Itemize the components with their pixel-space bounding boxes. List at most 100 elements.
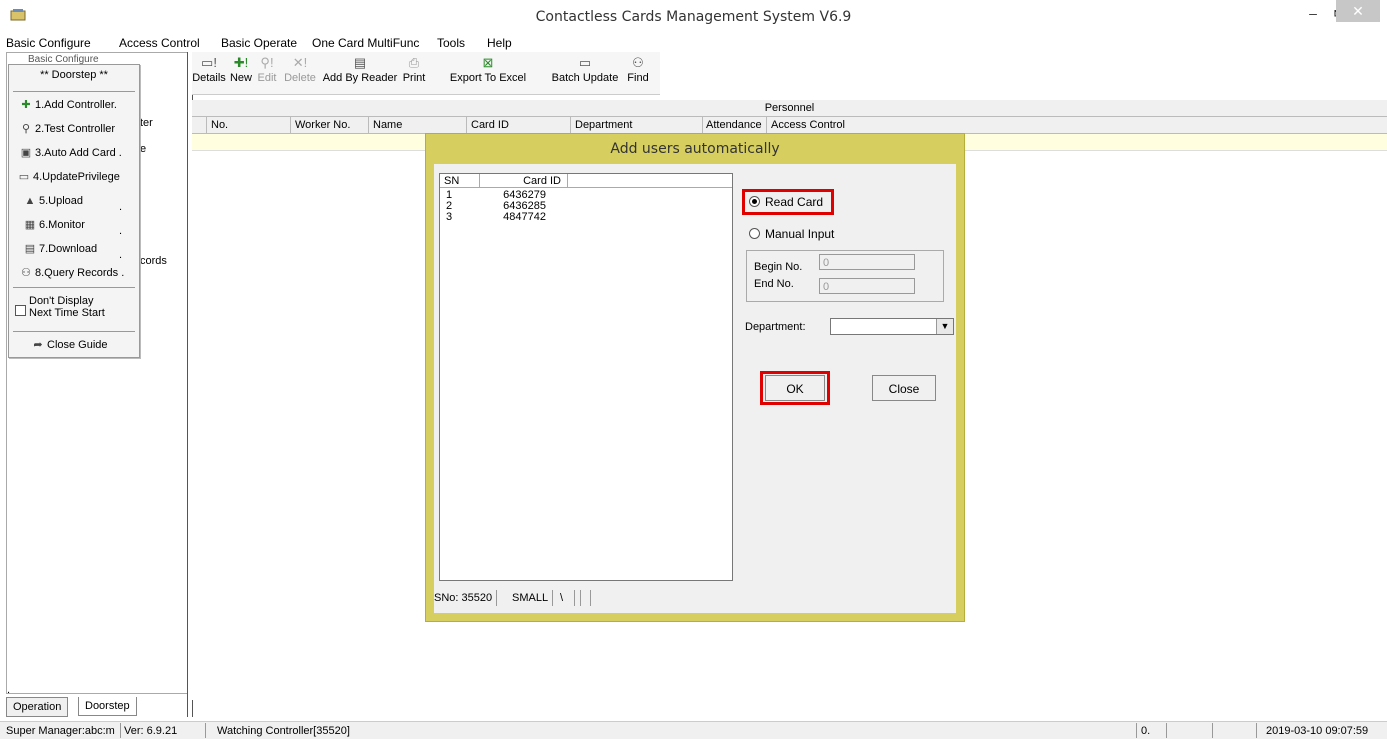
grid-caption: Personnel bbox=[192, 100, 1387, 117]
close-guide-button[interactable]: ➦ Close Guide bbox=[29, 335, 107, 355]
chevron-down-icon[interactable]: ▼ bbox=[936, 319, 953, 334]
add-controller-button[interactable]: ✚ 1.Add Controller. bbox=[17, 95, 117, 115]
menu-access-control[interactable]: Access Control bbox=[119, 36, 200, 50]
column-header[interactable]: Department bbox=[570, 117, 702, 133]
column-header[interactable]: No. bbox=[206, 117, 290, 133]
delete-button[interactable]: ✕! Delete bbox=[280, 52, 320, 84]
wrench-icon: ⚲ bbox=[21, 123, 31, 135]
column-header[interactable]: Worker No. bbox=[290, 117, 368, 133]
edit-icon: ⚲! bbox=[260, 55, 274, 70]
auto-add-card-button[interactable]: ▣ 3.Auto Add Card . bbox=[17, 143, 122, 163]
column-header[interactable]: Card ID bbox=[466, 117, 570, 133]
arrow-forward-icon: ➦ bbox=[33, 339, 43, 351]
new-button[interactable]: ✚! New bbox=[228, 52, 254, 84]
begin-no-field[interactable]: 0 bbox=[819, 254, 915, 270]
download-button[interactable]: ▤ 7.Download bbox=[21, 239, 97, 259]
add-icon: ✚! bbox=[233, 55, 249, 70]
toolbar: ▭! Details ✚! New ⚲! Edit ✕! Delete ▤ Add By … bbox=[192, 52, 660, 95]
print-icon: ⎙ bbox=[408, 55, 420, 70]
trail-mark: . bbox=[119, 201, 123, 213]
column-header[interactable]: Name bbox=[368, 117, 466, 133]
details-icon: ▭! bbox=[201, 55, 217, 70]
list-item[interactable]: 3 4847742 bbox=[446, 212, 546, 223]
status-user: Super Manager:abc:m bbox=[6, 725, 115, 737]
trail-mark: . bbox=[119, 225, 123, 237]
upload-button[interactable]: ▲ 5.Upload bbox=[21, 191, 84, 211]
list-header-sn[interactable]: SN bbox=[440, 174, 480, 188]
dialog-title: Add users automatically bbox=[610, 141, 780, 157]
tree-fragment: . bbox=[7, 684, 11, 696]
details-button[interactable]: ▭! Details bbox=[192, 52, 226, 84]
divider bbox=[1212, 723, 1213, 738]
list-header-card-id[interactable]: Card ID bbox=[480, 174, 568, 188]
status-sno: SNo: 35520 bbox=[430, 590, 498, 606]
trail-mark: . bbox=[119, 249, 123, 261]
update-privilege-button[interactable]: ▭ 4.UpdatePrivilege bbox=[15, 167, 120, 187]
doorstep-guide-panel: ** Doorstep ** ✚ 1.Add Controller. ⚲ 2.Tes… bbox=[8, 64, 140, 358]
divider bbox=[1256, 723, 1257, 738]
department-label: Department: bbox=[745, 321, 806, 333]
range-group: Begin No. 0 End No. 0 bbox=[746, 250, 944, 302]
status-spinner: \ bbox=[556, 590, 575, 606]
dont-display-checkbox[interactable] bbox=[15, 305, 26, 316]
tab-doorstep[interactable]: Doorstep bbox=[78, 697, 137, 716]
export-to-excel-button[interactable]: ⊠ Export To Excel bbox=[430, 52, 546, 84]
department-select[interactable]: ▼ bbox=[830, 318, 954, 335]
test-controller-button[interactable]: ⚲ 2.Test Controller bbox=[17, 119, 115, 139]
begin-no-label: Begin No. bbox=[754, 261, 803, 273]
guide-title: ** Doorstep ** bbox=[40, 69, 108, 81]
menu-help[interactable]: Help bbox=[487, 36, 512, 50]
column-header[interactable]: Access Control bbox=[766, 117, 886, 133]
card-icon: ▣ bbox=[20, 147, 32, 159]
tree-fragment: cords bbox=[140, 255, 167, 267]
download-icon: ▤ bbox=[24, 243, 36, 255]
divider bbox=[13, 331, 135, 332]
status-empty bbox=[588, 590, 591, 606]
list-header-spacer bbox=[568, 174, 732, 188]
menu-one-card-multifunc[interactable]: One Card MultiFunc bbox=[312, 36, 419, 50]
tree-fragment: ter bbox=[140, 117, 153, 129]
status-datetime: 2019-03-10 09:07:59 bbox=[1266, 725, 1369, 737]
add-icon: ✚ bbox=[21, 99, 31, 111]
print-button[interactable]: ⎙ Print bbox=[400, 52, 428, 84]
privilege-icon: ▭ bbox=[18, 171, 30, 183]
radio-icon bbox=[749, 228, 760, 239]
read-card-radio[interactable]: Read Card bbox=[749, 194, 823, 210]
divider bbox=[120, 723, 121, 738]
batch-update-button[interactable]: ▭ Batch Update bbox=[548, 52, 622, 84]
divider bbox=[13, 287, 135, 288]
find-button[interactable]: ⚇ Find bbox=[624, 52, 652, 84]
end-no-label: End No. bbox=[754, 278, 794, 290]
edit-button[interactable]: ⚲! Edit bbox=[256, 52, 278, 84]
batch-icon: ▭ bbox=[578, 55, 592, 70]
divider bbox=[1136, 723, 1137, 738]
monitor-icon: ▦ bbox=[24, 219, 36, 231]
tab-operation[interactable]: Operation bbox=[6, 697, 69, 717]
query-records-button[interactable]: ⚇ 8.Query Records . bbox=[17, 263, 124, 283]
window-title: Contactless Cards Management System V6.9 bbox=[535, 9, 852, 25]
menu-tools[interactable]: Tools bbox=[437, 36, 465, 50]
binoculars-icon: ⚇ bbox=[21, 267, 31, 279]
divider bbox=[13, 91, 135, 92]
close-button[interactable]: Close bbox=[872, 375, 936, 401]
end-no-field[interactable]: 0 bbox=[819, 278, 915, 294]
menu-basic-operate[interactable]: Basic Operate bbox=[221, 36, 297, 50]
menu-basic-configure[interactable]: Basic Configure bbox=[6, 36, 91, 50]
column-header[interactable]: Attendance bbox=[702, 117, 766, 133]
add-by-reader-button[interactable]: ▤ Add By Reader bbox=[322, 52, 398, 84]
card-list[interactable]: SN Card ID 1 6436279 2 6436285 3 4847742 bbox=[439, 173, 733, 581]
status-version: Ver: 6.9.21 bbox=[124, 725, 178, 737]
monitor-button[interactable]: ▦ 6.Monitor bbox=[21, 215, 85, 235]
dialog-body: SN Card ID 1 6436279 2 6436285 3 4847742 Re… bbox=[434, 164, 956, 613]
status-watching: Watching Controller[35520] bbox=[217, 725, 350, 737]
upload-icon: ▲ bbox=[24, 195, 36, 207]
ok-button[interactable]: OK bbox=[765, 375, 825, 401]
dont-display-label: Don't Display Next Time Start bbox=[29, 295, 105, 319]
grid-header: No. Worker No. Name Card ID Department A… bbox=[192, 117, 1387, 134]
add-users-dialog: Add users automatically SN Card ID 1 6436… bbox=[425, 133, 965, 622]
delete-icon: ✕! bbox=[292, 55, 308, 70]
dialog-status-bar: SNo: 35520 SMALL \ bbox=[434, 582, 956, 606]
close-window-button[interactable]: ✕ bbox=[1336, 0, 1380, 22]
manual-input-radio[interactable]: Manual Input bbox=[749, 226, 834, 242]
radio-selected-icon bbox=[749, 196, 760, 207]
